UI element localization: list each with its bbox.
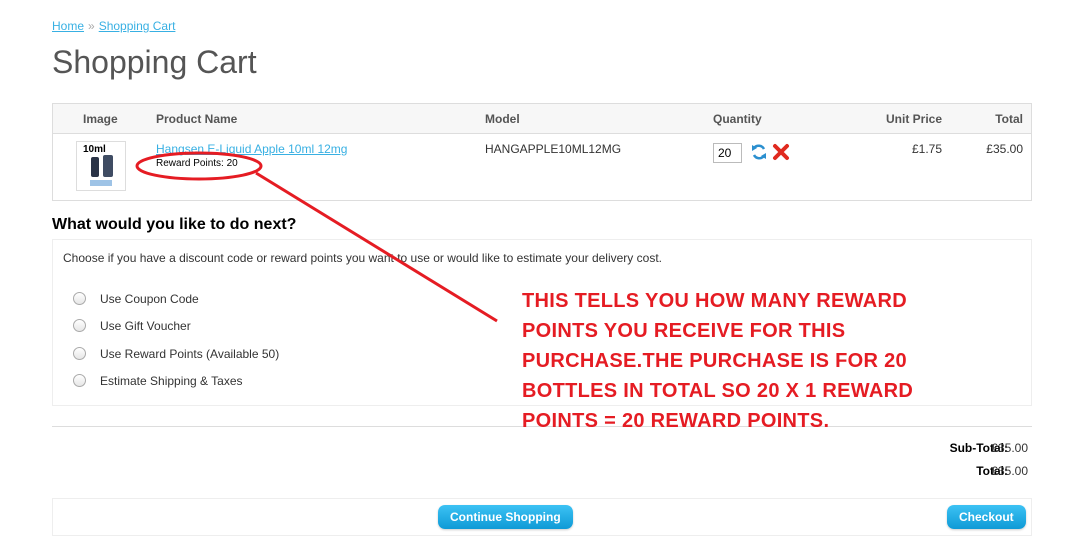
annotation-line: PURCHASE.THE PURCHASE IS FOR 20 xyxy=(522,350,907,372)
annotation-line: BOTTLES IN TOTAL SO 20 X 1 REWARD xyxy=(522,380,914,402)
annotation-line: THIS TELLS YOU HOW MANY REWARD xyxy=(522,290,907,312)
annotation-line: POINTS = 20 REWARD POINTS. xyxy=(522,410,830,432)
annotation-line: POINTS YOU RECEIVE FOR THIS xyxy=(522,320,846,342)
annotation-arrow-line xyxy=(255,171,498,323)
annotation-text: THIS TELLS YOU HOW MANY REWARD POINTS YO… xyxy=(522,286,992,436)
annotation-circle xyxy=(135,151,263,181)
annotation-overlay xyxy=(135,151,498,323)
